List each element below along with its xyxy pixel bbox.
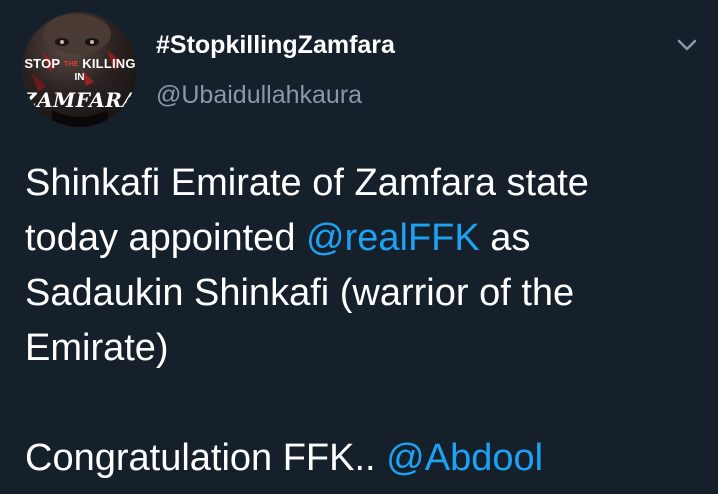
avatar-word-killing: KILLING (82, 56, 136, 71)
tweet-text-segment: Congratulation FFK.. (25, 437, 387, 479)
tweet-menu-button[interactable] (672, 32, 702, 58)
tweet-body-blank-line (25, 376, 705, 431)
tweet-card: STOP THE KILLING IN ZAMFARA #Stopkilling… (0, 0, 718, 494)
avatar-word-stop: STOP (24, 56, 61, 71)
tweet-body: Shinkafi Emirate of Zamfara state today … (25, 156, 705, 486)
avatar[interactable]: STOP THE KILLING IN ZAMFARA (22, 12, 137, 127)
tweet-body-line: Sadaukin Shinkafi (warrior of the (25, 272, 575, 314)
avatar-text-stop-killing: STOP THE KILLING (24, 56, 136, 71)
tweet-text-segment: today appointed (25, 217, 307, 259)
avatar-text-zamfara: ZAMFARA (22, 88, 137, 112)
avatar-text-in: IN (74, 72, 85, 83)
tweet-text-segment: as (479, 217, 531, 259)
avatar-word-the: THE (63, 61, 79, 69)
tweet-body-line: Emirate) (25, 327, 169, 369)
chevron-down-icon (677, 39, 697, 51)
mention-link-abdool[interactable]: @Abdool (386, 437, 543, 479)
tweet-body-line: Shinkafi Emirate of Zamfara state (25, 162, 589, 204)
mention-link-realffk[interactable]: @realFFK (306, 217, 480, 259)
tweet-body-line: Congratulation FFK.. @Abdool (25, 431, 705, 486)
tweet-body-line: today appointed @realFFK as (25, 211, 705, 266)
author-handle[interactable]: @Ubaidullahkaura (156, 81, 362, 110)
author-display-name[interactable]: #StopkillingZamfara (156, 31, 395, 60)
